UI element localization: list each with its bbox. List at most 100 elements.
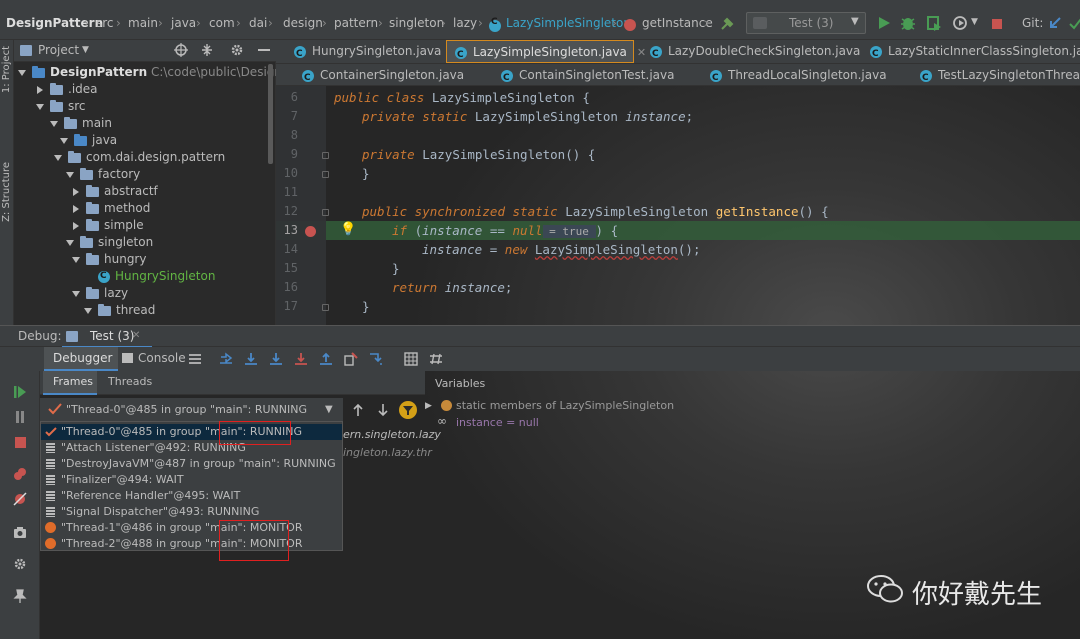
profile-icon[interactable] xyxy=(952,15,968,31)
tab-contain-singleton-test[interactable]: ContainSingletonTest.java xyxy=(493,64,674,89)
project-view-label[interactable]: Project xyxy=(38,43,79,57)
git-update-icon[interactable] xyxy=(1048,16,1062,30)
monitor-dot-icon xyxy=(45,522,56,533)
thread-item[interactable]: "Attach Listener"@492: RUNNING xyxy=(41,440,342,456)
thread-dropdown-list[interactable]: "Thread-0"@485 in group "main": RUNNING … xyxy=(40,421,343,551)
breadcrumb-separator: › xyxy=(236,16,241,30)
tree-item-method[interactable]: method xyxy=(72,200,150,217)
project-tool-tab[interactable]: 1: Project xyxy=(1,46,12,93)
mute-breakpoints-icon[interactable] xyxy=(13,492,27,506)
tab-threads[interactable]: Threads xyxy=(100,371,160,395)
menu-lines-icon[interactable] xyxy=(188,352,202,366)
evaluate-expression-icon[interactable] xyxy=(404,352,418,366)
tree-item-idea[interactable]: .idea xyxy=(36,81,98,98)
drop-frame-icon[interactable] xyxy=(344,352,358,366)
step-out-icon[interactable] xyxy=(319,352,333,366)
arrow-up-icon[interactable] xyxy=(351,403,365,417)
tree-item-singleton[interactable]: singleton xyxy=(66,234,153,251)
breadcrumb-method[interactable]: getInstance xyxy=(642,16,713,30)
camera-icon[interactable] xyxy=(13,525,27,539)
minimize-icon[interactable] xyxy=(258,49,270,51)
folder-icon xyxy=(50,99,63,112)
breadcrumb-design[interactable]: design xyxy=(283,16,323,30)
tree-item-main[interactable]: main xyxy=(50,115,112,132)
breadcrumb-com[interactable]: com xyxy=(209,16,235,30)
breadcrumb-src[interactable]: src xyxy=(96,16,114,30)
tab-container-singleton[interactable]: ContainerSingleton.java xyxy=(294,64,464,89)
step-over-icon[interactable] xyxy=(244,352,258,366)
locate-icon[interactable] xyxy=(174,43,188,57)
stop-icon[interactable] xyxy=(15,437,26,448)
thread-item[interactable]: "DestroyJavaVM"@487 in group "main": RUN… xyxy=(41,456,342,472)
filter-icon[interactable] xyxy=(399,401,417,419)
tree-item-simple[interactable]: simple xyxy=(72,217,144,234)
code-editor[interactable]: public class LazySimpleSingleton { priva… xyxy=(326,86,1080,326)
tab-console[interactable]: Console xyxy=(118,347,188,371)
breadcrumb-lazy[interactable]: lazy xyxy=(453,16,477,30)
chevron-down-icon[interactable]: ▼ xyxy=(971,17,978,27)
tree-item-src[interactable]: src xyxy=(36,98,86,115)
tree-item-hungry[interactable]: hungry xyxy=(72,251,146,268)
git-commit-icon[interactable] xyxy=(1068,16,1080,30)
tab-frames[interactable]: Frames xyxy=(43,371,97,395)
funnel-icon xyxy=(403,406,413,415)
chevron-down-icon[interactable]: ▼ xyxy=(82,45,89,55)
thread-item[interactable]: "Finalizer"@494: WAIT xyxy=(41,472,342,488)
structure-tool-tab[interactable]: Z: Structure xyxy=(1,162,12,222)
tree-item-factory[interactable]: factory xyxy=(66,166,140,183)
intention-bulb-icon[interactable]: 💡 xyxy=(340,222,356,237)
coverage-icon[interactable] xyxy=(926,15,942,31)
gear-icon[interactable] xyxy=(13,557,27,571)
gear-icon[interactable] xyxy=(230,43,244,57)
resume-icon[interactable] xyxy=(13,385,27,399)
trace-icon[interactable] xyxy=(429,352,443,366)
tree-item-lazy[interactable]: lazy xyxy=(72,285,128,302)
breadcrumb-singleton[interactable]: singleton xyxy=(389,16,444,30)
thread-item[interactable]: "Reference Handler"@495: WAIT xyxy=(41,488,342,504)
debug-bug-icon[interactable] xyxy=(900,15,916,31)
thread-item[interactable]: "Signal Dispatcher"@493: RUNNING xyxy=(41,504,342,520)
close-icon[interactable]: ✕ xyxy=(132,330,140,341)
tree-item-hungry-singleton[interactable]: HungrySingleton xyxy=(98,268,215,285)
build-hammer-icon[interactable] xyxy=(719,16,735,32)
expand-arrow-icon[interactable]: ▶ xyxy=(425,401,432,411)
expanded-arrow-icon xyxy=(18,69,26,76)
tab-lazy-simple-singleton[interactable]: LazySimpleSingleton.java✕ xyxy=(446,40,646,66)
run-to-cursor-icon[interactable] xyxy=(369,352,383,366)
stop-icon[interactable] xyxy=(992,19,1002,29)
tree-item-java[interactable]: java xyxy=(60,132,117,149)
tab-test-lazy-singleton-thread[interactable]: TestLazySingletonThread.java xyxy=(912,64,1080,85)
collapse-all-icon[interactable] xyxy=(200,43,214,57)
expanded-arrow-icon xyxy=(36,103,44,110)
tab-lazy-double-check[interactable]: LazyDoubleCheckSingleton.java xyxy=(642,40,860,65)
tree-item-package[interactable]: com.dai.design.pattern xyxy=(54,149,225,166)
breadcrumb-main[interactable]: main xyxy=(128,16,158,30)
tab-debugger[interactable]: Debugger xyxy=(44,347,118,371)
step-into-icon[interactable] xyxy=(269,352,283,366)
debug-session-tab[interactable]: Test (3) ✕ xyxy=(62,326,152,348)
view-breakpoints-icon[interactable] xyxy=(13,467,27,481)
breadcrumb-java[interactable]: java xyxy=(171,16,196,30)
pin-icon[interactable] xyxy=(13,589,27,603)
tab-hungry-singleton[interactable]: HungrySingleton.java✕ xyxy=(286,40,461,65)
breadcrumb-separator: › xyxy=(116,16,121,30)
run-config-select[interactable]: Test (3) ▼ xyxy=(746,12,866,34)
force-step-into-icon[interactable] xyxy=(294,352,308,366)
breadcrumb-dai[interactable]: dai xyxy=(249,16,267,30)
thread-item[interactable]: "Thread-2"@488 in group "main": MONITOR xyxy=(41,536,342,552)
breakpoint-icon[interactable] xyxy=(305,226,316,237)
package-icon xyxy=(86,201,99,214)
run-icon[interactable] xyxy=(877,16,891,30)
tab-thread-local-singleton[interactable]: ThreadLocalSingleton.java xyxy=(702,64,888,89)
thread-select[interactable]: "Thread-0"@485 in group "main": RUNNING … xyxy=(40,398,343,422)
show-execution-point-icon[interactable] xyxy=(219,352,233,366)
thread-item[interactable]: "Thread-1"@486 in group "main": MONITOR xyxy=(41,520,342,536)
tab-lazy-static-inner[interactable]: LazyStaticInnerClassSingleton.java xyxy=(862,40,1080,65)
tree-item-abstractf[interactable]: abstractf xyxy=(72,183,158,200)
tree-item-thread[interactable]: thread xyxy=(84,302,155,319)
scrollbar[interactable] xyxy=(268,64,273,164)
breadcrumb-pattern[interactable]: pattern xyxy=(334,16,378,30)
thread-item[interactable]: "Thread-0"@485 in group "main": RUNNING xyxy=(41,424,342,440)
arrow-down-icon[interactable] xyxy=(376,403,390,417)
pause-icon[interactable] xyxy=(13,410,27,424)
